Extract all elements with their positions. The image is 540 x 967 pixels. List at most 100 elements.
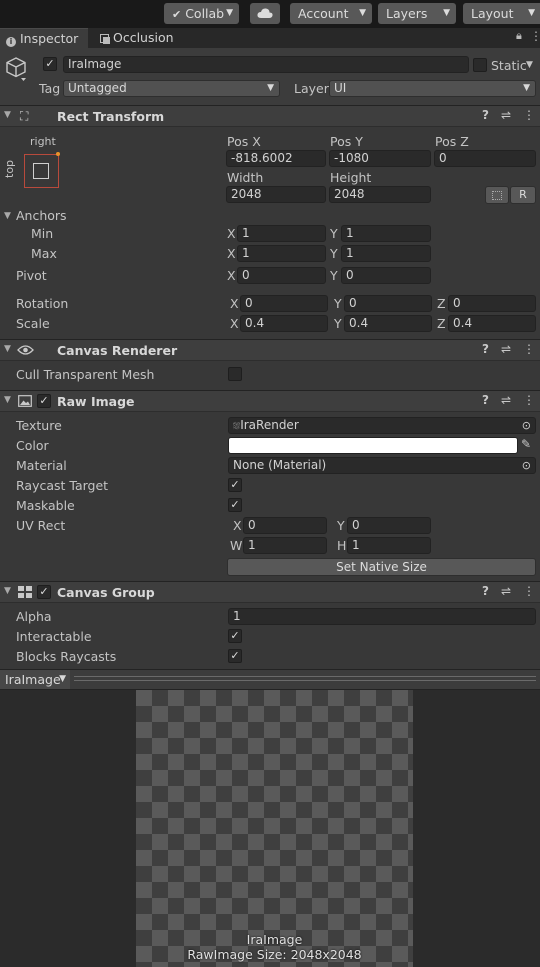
raw-edit-button[interactable]: R bbox=[510, 186, 536, 204]
raw-image-header[interactable]: ▼ ✓ Raw Image ? ⇌ ⋮ bbox=[0, 390, 540, 412]
preset-icon[interactable]: ⇌ bbox=[501, 342, 511, 356]
scale-x-input[interactable]: 0.4 bbox=[240, 315, 328, 332]
raycast-target-checkbox[interactable]: ✓ bbox=[228, 478, 242, 492]
chevron-down-icon: ▼ bbox=[59, 674, 66, 684]
lock-icon[interactable]: 🔒︎ bbox=[516, 29, 522, 43]
help-icon[interactable]: ? bbox=[482, 393, 489, 407]
help-icon[interactable]: ? bbox=[482, 584, 489, 598]
scale-y-input[interactable]: 0.4 bbox=[344, 315, 432, 332]
check-icon: ✓ bbox=[230, 629, 240, 642]
collapse-triangle-icon[interactable]: ▼ bbox=[4, 586, 11, 596]
help-icon[interactable]: ? bbox=[482, 108, 489, 122]
collapse-triangle-icon[interactable]: ▼ bbox=[4, 395, 11, 405]
canvas-group-header[interactable]: ▼ ✓ Canvas Group ? ⇌ ⋮ bbox=[0, 581, 540, 603]
preset-icon[interactable]: ⇌ bbox=[501, 584, 511, 598]
rotation-x-input[interactable]: 0 bbox=[240, 295, 328, 312]
info-icon: i bbox=[6, 37, 16, 47]
blocks-raycasts-checkbox[interactable]: ✓ bbox=[228, 649, 242, 663]
preview-name: IraImage bbox=[246, 932, 303, 947]
layers-dropdown[interactable]: Layers ▼ bbox=[378, 3, 456, 24]
canvas-group-enabled-checkbox[interactable]: ✓ bbox=[37, 585, 51, 599]
anchor-max-y-input[interactable]: 1 bbox=[341, 245, 431, 262]
check-icon: ✓ bbox=[230, 649, 240, 662]
collab-button[interactable]: ✔ Collab ▼ bbox=[164, 3, 239, 24]
more-options-icon[interactable]: ⋮ bbox=[523, 108, 535, 122]
cull-transparent-checkbox[interactable] bbox=[228, 367, 242, 381]
preset-icon[interactable]: ⇌ bbox=[501, 393, 511, 407]
material-field[interactable]: None (Material) ⊙ bbox=[228, 457, 536, 474]
uv-y-input[interactable]: 0 bbox=[347, 517, 431, 534]
rotation-z-input[interactable]: 0 bbox=[448, 295, 536, 312]
tab-inspector[interactable]: i Inspector bbox=[0, 28, 88, 48]
anchors-label: Anchors bbox=[16, 208, 67, 223]
blueprint-mode-button[interactable] bbox=[485, 186, 509, 204]
uv-w-input[interactable]: 1 bbox=[243, 537, 327, 554]
cloud-button[interactable] bbox=[250, 3, 280, 24]
account-dropdown[interactable]: Account ▼ bbox=[290, 3, 372, 24]
rotation-label: Rotation bbox=[16, 296, 69, 311]
anchor-preset-button[interactable] bbox=[24, 152, 60, 188]
anchor-min-x-input[interactable]: 1 bbox=[237, 225, 326, 242]
height-input[interactable]: 2048 bbox=[329, 186, 431, 203]
pivot-y-input[interactable]: 0 bbox=[341, 267, 431, 284]
more-options-icon[interactable]: ⋮ bbox=[523, 342, 535, 356]
scale-z-input[interactable]: 0.4 bbox=[448, 315, 536, 332]
alpha-input[interactable]: 1 bbox=[228, 608, 536, 625]
anchor-max-x-label: X bbox=[227, 246, 236, 261]
width-input[interactable]: 2048 bbox=[226, 186, 326, 203]
texture-field[interactable]: ⛆IraRender ⊙ bbox=[228, 417, 536, 434]
pivot-x-input[interactable]: 0 bbox=[237, 267, 326, 284]
layout-dropdown[interactable]: Layout ▼ bbox=[463, 3, 540, 24]
uv-h-label: H bbox=[337, 538, 347, 553]
collapse-triangle-icon[interactable]: ▼ bbox=[4, 110, 11, 120]
uv-h-input[interactable]: 1 bbox=[347, 537, 431, 554]
object-name-input[interactable]: IraImage bbox=[63, 56, 469, 73]
account-label: Account bbox=[298, 6, 349, 21]
active-checkbox[interactable]: ✓ bbox=[43, 57, 57, 71]
tag-dropdown[interactable]: Untagged ▼ bbox=[63, 80, 280, 97]
more-options-icon[interactable]: ⋮ bbox=[523, 393, 535, 407]
set-native-size-button[interactable]: Set Native Size bbox=[227, 558, 536, 576]
preview-object-dropdown[interactable]: IraImage ▼ bbox=[0, 670, 70, 689]
static-checkbox[interactable] bbox=[473, 58, 487, 72]
pos-x-input[interactable]: -818.6002 bbox=[226, 150, 326, 167]
more-options-icon[interactable]: ⋮ bbox=[523, 584, 535, 598]
uv-x-input[interactable]: 0 bbox=[243, 517, 327, 534]
more-options-icon[interactable]: ⋮ bbox=[530, 29, 540, 43]
anchor-min-label: Min bbox=[31, 226, 54, 241]
object-picker-icon[interactable]: ⊙ bbox=[522, 418, 531, 433]
maskable-checkbox[interactable]: ✓ bbox=[228, 498, 242, 512]
raw-image-enabled-checkbox[interactable]: ✓ bbox=[37, 394, 51, 408]
interactable-checkbox[interactable]: ✓ bbox=[228, 629, 242, 643]
chevron-down-icon: ▼ bbox=[523, 83, 530, 93]
layer-dropdown[interactable]: UI ▼ bbox=[329, 80, 536, 97]
eyedropper-icon[interactable]: ✎ bbox=[521, 437, 531, 451]
collapse-triangle-icon[interactable]: ▼ bbox=[4, 344, 11, 354]
rotation-z-label: Z bbox=[437, 296, 446, 311]
anchor-max-x-input[interactable]: 1 bbox=[237, 245, 326, 262]
rect-transform-header[interactable]: ▼ ⛶ Rect Transform ? ⇌ ⋮ bbox=[0, 105, 540, 127]
help-icon[interactable]: ? bbox=[482, 342, 489, 356]
preview-caption: IraImage RawImage Size: 2048x2048 bbox=[0, 932, 540, 962]
preview-resize-handle[interactable] bbox=[74, 676, 536, 681]
anchor-min-y-input[interactable]: 1 bbox=[341, 225, 431, 242]
pos-z-input[interactable]: 0 bbox=[434, 150, 536, 167]
canvas-renderer-header[interactable]: ▼ Canvas Renderer ? ⇌ ⋮ bbox=[0, 339, 540, 361]
anchors-triangle-icon[interactable]: ▼ bbox=[4, 211, 11, 221]
rotation-x-label: X bbox=[230, 296, 239, 311]
static-chevron-down-icon[interactable]: ▼ bbox=[526, 60, 533, 70]
rotation-y-label: Y bbox=[334, 296, 342, 311]
color-swatch[interactable] bbox=[228, 437, 518, 454]
anchor-min-y-value: 1 bbox=[346, 226, 354, 240]
material-label: Material bbox=[16, 458, 67, 473]
uv-x-value: 0 bbox=[248, 518, 256, 532]
height-label: Height bbox=[330, 170, 372, 185]
interactable-label: Interactable bbox=[16, 629, 92, 644]
pos-y-input[interactable]: -1080 bbox=[329, 150, 431, 167]
check-icon: ✓ bbox=[45, 57, 55, 70]
uv-y-label: Y bbox=[337, 518, 345, 533]
tab-occlusion[interactable]: Occlusion bbox=[100, 28, 190, 48]
object-picker-icon[interactable]: ⊙ bbox=[522, 458, 531, 473]
preset-icon[interactable]: ⇌ bbox=[501, 108, 511, 122]
rotation-y-input[interactable]: 0 bbox=[344, 295, 432, 312]
